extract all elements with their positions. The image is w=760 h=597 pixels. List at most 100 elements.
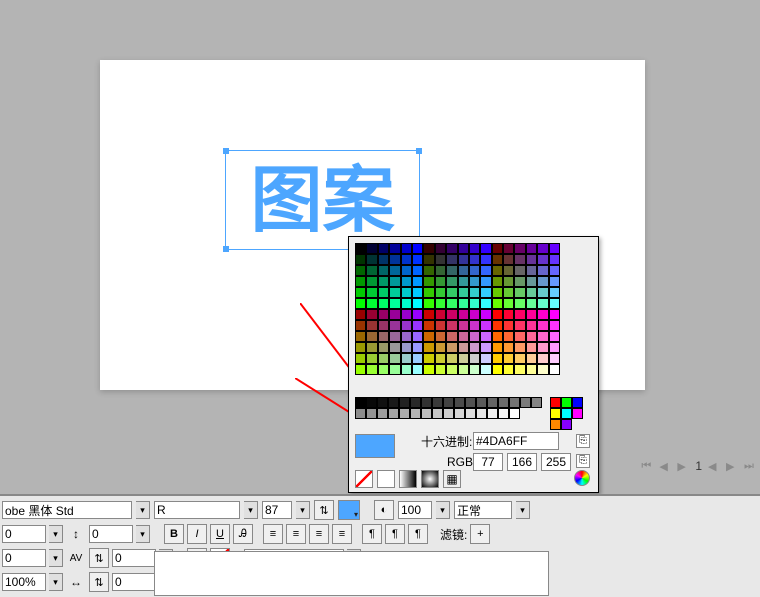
palette-swatch[interactable] (446, 320, 457, 331)
neon-swatch[interactable] (550, 408, 561, 419)
palette-swatch[interactable] (412, 331, 423, 342)
x-dropdown[interactable]: ▾ (49, 525, 63, 543)
palette-swatch[interactable] (480, 331, 491, 342)
gray-swatch[interactable] (443, 408, 454, 419)
palette-swatch[interactable] (526, 254, 537, 265)
last-frame-button[interactable]: ▶ (726, 460, 738, 472)
palette-swatch[interactable] (355, 320, 366, 331)
gray-swatch[interactable] (509, 397, 520, 408)
palette-swatch[interactable] (435, 309, 446, 320)
palette-swatch[interactable] (446, 298, 457, 309)
palette-swatch[interactable] (503, 254, 514, 265)
alpha-dropdown[interactable]: ▾ (436, 501, 450, 519)
palette-swatch[interactable] (412, 342, 423, 353)
palette-swatch[interactable] (458, 243, 469, 254)
palette-swatch[interactable] (435, 342, 446, 353)
palette-swatch[interactable] (469, 276, 480, 287)
handle-top-right[interactable] (416, 148, 422, 154)
palette-swatch[interactable] (366, 276, 377, 287)
palette-swatch[interactable] (469, 298, 480, 309)
palette-swatch[interactable] (526, 331, 537, 342)
palette-swatch[interactable] (514, 320, 525, 331)
palette-swatch[interactable] (378, 298, 389, 309)
palette-swatch[interactable] (401, 265, 412, 276)
palette-swatch[interactable] (526, 287, 537, 298)
palette-swatch[interactable] (549, 298, 560, 309)
palette-swatch[interactable] (492, 287, 503, 298)
palette-swatch[interactable] (446, 342, 457, 353)
gray-swatch[interactable] (366, 397, 377, 408)
palette-swatch[interactable] (469, 353, 480, 364)
palette-swatch[interactable] (446, 364, 457, 375)
font-family-dropdown[interactable]: ▾ (136, 501, 150, 519)
palette-swatch[interactable] (480, 243, 491, 254)
x-input[interactable] (2, 525, 46, 543)
gray-swatch[interactable] (487, 397, 498, 408)
neon-palette[interactable] (550, 397, 592, 419)
palette-swatch[interactable] (514, 243, 525, 254)
palette-swatch[interactable] (355, 265, 366, 276)
no-color-swatch[interactable] (355, 470, 373, 488)
font-style-dropdown[interactable]: ▾ (244, 501, 258, 519)
palette-swatch[interactable] (458, 364, 469, 375)
palette-swatch[interactable] (389, 353, 400, 364)
palette-swatch[interactable] (401, 243, 412, 254)
palette-swatch[interactable] (401, 331, 412, 342)
palette-swatch[interactable] (514, 353, 525, 364)
palette-swatch[interactable] (537, 320, 548, 331)
align-center-button[interactable]: ≡ (286, 524, 306, 544)
palette-swatch[interactable] (389, 320, 400, 331)
palette-swatch[interactable] (446, 276, 457, 287)
palette-swatch[interactable] (514, 309, 525, 320)
palette-swatch[interactable] (355, 298, 366, 309)
palette-swatch[interactable] (412, 320, 423, 331)
palette-swatch[interactable] (537, 331, 548, 342)
av-dropdown[interactable]: ▾ (49, 549, 63, 567)
filter-list-area[interactable] (154, 551, 549, 596)
palette-swatch[interactable] (412, 276, 423, 287)
text-selection-box[interactable]: 图案 (225, 150, 420, 250)
palette-swatch[interactable] (378, 243, 389, 254)
palette-swatch[interactable] (389, 298, 400, 309)
palette-swatch[interactable] (469, 309, 480, 320)
gray-swatch[interactable] (388, 397, 399, 408)
palette-swatch[interactable] (389, 287, 400, 298)
gray-swatch[interactable] (355, 397, 366, 408)
play-button[interactable]: ▶ (677, 460, 689, 472)
palette-swatch[interactable] (537, 265, 548, 276)
palette-swatch[interactable] (458, 265, 469, 276)
alpha-input[interactable] (398, 501, 432, 519)
palette-swatch[interactable] (458, 331, 469, 342)
palette-swatch[interactable] (537, 254, 548, 265)
palette-swatch[interactable] (435, 265, 446, 276)
palette-swatch[interactable] (412, 287, 423, 298)
size-stepper[interactable]: ⇅ (314, 500, 334, 520)
hex-input[interactable] (473, 432, 559, 450)
next-frame-button[interactable]: ◀ (708, 460, 720, 472)
palette-swatch[interactable] (537, 342, 548, 353)
copy-rgb-button[interactable]: ⎘ (576, 454, 590, 468)
palette-swatch[interactable] (389, 364, 400, 375)
palette-swatch[interactable] (401, 298, 412, 309)
palette-swatch[interactable] (458, 287, 469, 298)
palette-swatch[interactable] (526, 265, 537, 276)
gray-palette[interactable] (355, 397, 550, 419)
gray-swatch[interactable] (366, 408, 377, 419)
palette-swatch[interactable] (549, 320, 560, 331)
palette-swatch[interactable] (514, 364, 525, 375)
blend-mode-select[interactable] (454, 501, 512, 519)
palette-swatch[interactable] (435, 254, 446, 265)
palette-swatch[interactable] (378, 331, 389, 342)
palette-swatch[interactable] (514, 287, 525, 298)
para-format-3-button[interactable]: ¶ (408, 524, 428, 544)
palette-swatch[interactable] (492, 331, 503, 342)
palette-swatch[interactable] (469, 265, 480, 276)
palette-swatch[interactable] (469, 243, 480, 254)
palette-swatch[interactable] (492, 254, 503, 265)
palette-swatch[interactable] (549, 276, 560, 287)
bitmap-swatch[interactable]: ▦ (443, 470, 461, 488)
palette-swatch[interactable] (514, 342, 525, 353)
palette-swatch[interactable] (526, 298, 537, 309)
palette-swatch[interactable] (423, 287, 434, 298)
palette-swatch[interactable] (480, 309, 491, 320)
